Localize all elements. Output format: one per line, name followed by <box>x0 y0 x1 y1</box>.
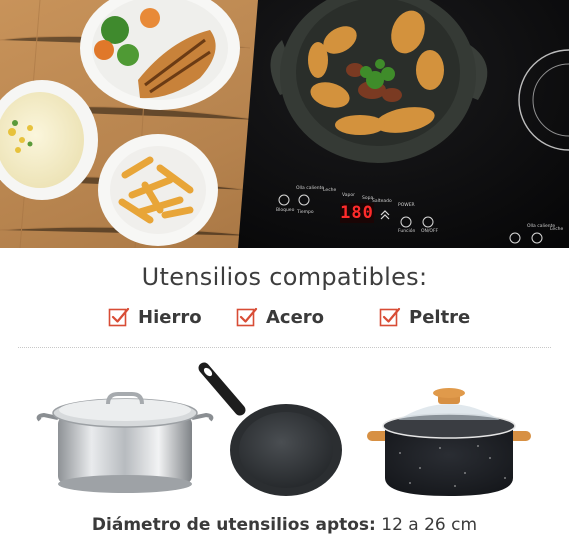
label-power: POWER <box>398 203 415 208</box>
product-photo: 180 Olla caliente Leche Vapor Sopa Salte… <box>0 0 569 248</box>
material-item-pewter: Peltre <box>379 306 470 328</box>
material-label: Hierro <box>138 306 202 328</box>
diameter-info: Diámetro de utensilios aptos: 12 a 26 cm <box>0 515 569 535</box>
granite-casserole <box>367 388 531 496</box>
checkbox-checked-icon <box>108 307 130 327</box>
material-item-iron: Hierro <box>108 306 202 328</box>
diameter-label: Diámetro de utensilios aptos: <box>91 515 376 535</box>
temperature-readout: 180 <box>340 203 374 223</box>
label-function: Función <box>398 229 416 234</box>
label-milk-right: Leche <box>550 227 564 232</box>
label-steam: Vapor <box>342 193 355 198</box>
material-label: Peltre <box>409 306 471 328</box>
materials-list: Hierro Acero Peltre <box>0 306 569 336</box>
checkbox-checked-icon <box>379 307 401 327</box>
label-hot-plate: Olla caliente <box>296 186 325 191</box>
compatible-utensils-heading: Utensilios compatibles: <box>141 263 428 291</box>
label-on-off: ON/OFF <box>421 229 439 234</box>
label-milk: Leche <box>323 188 337 193</box>
label-saute: Salteado <box>372 199 392 204</box>
material-item-steel: Acero <box>236 306 324 328</box>
frying-pan <box>198 362 342 496</box>
checkbox-checked-icon <box>236 307 258 327</box>
label-lock: Bloqueo <box>276 208 295 213</box>
stainless-steel-pot <box>36 392 214 493</box>
dotted-divider <box>18 347 551 348</box>
label-timer: Tiempo <box>297 210 314 215</box>
diameter-value: 12 a 26 cm <box>381 515 478 535</box>
utensils-illustration <box>0 358 569 508</box>
material-label: Acero <box>266 306 325 328</box>
